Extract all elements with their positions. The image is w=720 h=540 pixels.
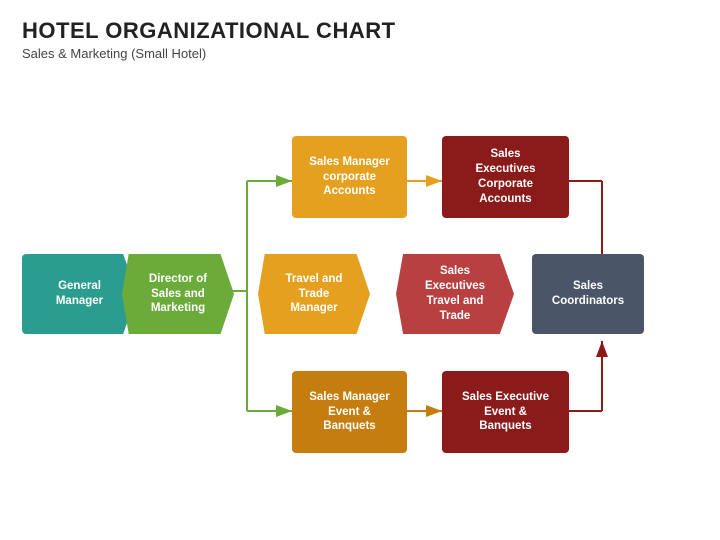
page-title: HOTEL ORGANIZATIONAL CHART — [22, 18, 698, 44]
travel-trade-manager-label: Travel andTradeManager — [286, 272, 343, 317]
sales-mgr-corp-label: Sales ManagercorporateAccounts — [309, 155, 390, 200]
general-manager-label: GeneralManager — [56, 279, 103, 309]
director-sales-label: Director ofSales andMarketing — [149, 272, 207, 317]
sales-exec-event-box: Sales ExecutiveEvent &Banquets — [442, 371, 569, 453]
sales-coordinators-box: SalesCoordinators — [532, 254, 644, 334]
sales-exec-travel-box: SalesExecutivesTravel andTrade — [396, 254, 514, 334]
sales-mgr-event-box: Sales ManagerEvent &Banquets — [292, 371, 407, 453]
page-subtitle: Sales & Marketing (Small Hotel) — [22, 46, 698, 61]
sales-exec-travel-label: SalesExecutivesTravel andTrade — [425, 264, 485, 324]
sales-coordinators-label: SalesCoordinators — [552, 279, 624, 309]
chart-area: GeneralManager Director ofSales andMarke… — [22, 71, 698, 511]
sales-exec-corp-box: SalesExecutivesCorporateAccounts — [442, 136, 569, 218]
sales-mgr-event-label: Sales ManagerEvent &Banquets — [309, 390, 390, 435]
general-manager-box: GeneralManager — [22, 254, 137, 334]
director-sales-box: Director ofSales andMarketing — [122, 254, 234, 334]
sales-exec-event-label: Sales ExecutiveEvent &Banquets — [462, 390, 549, 435]
sales-mgr-corp-box: Sales ManagercorporateAccounts — [292, 136, 407, 218]
travel-trade-manager-box: Travel andTradeManager — [258, 254, 370, 334]
sales-exec-corp-label: SalesExecutivesCorporateAccounts — [475, 147, 535, 207]
